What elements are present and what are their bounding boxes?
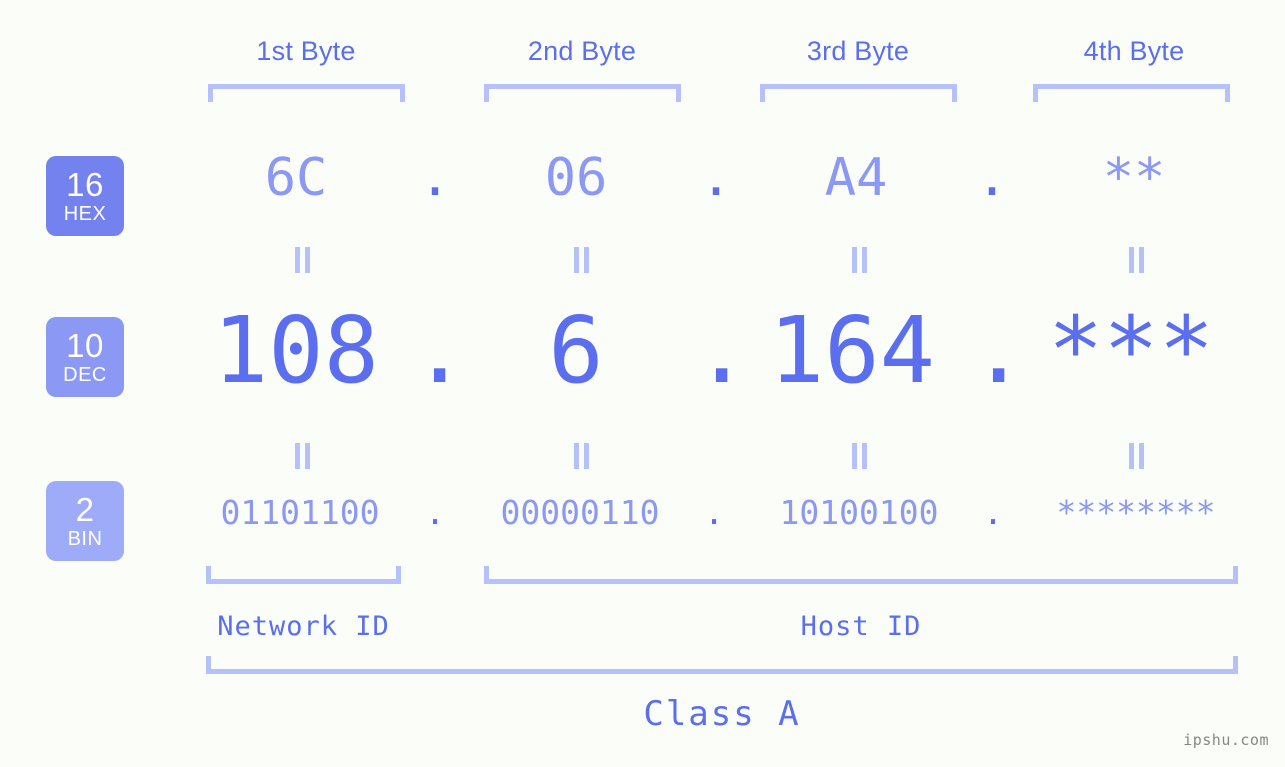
base-badge-dec-label: DEC <box>63 364 107 386</box>
byte-header-1: 1st Byte <box>256 36 356 66</box>
bin-byte-3: 10100100 <box>779 493 939 532</box>
watermark: ipshu.com <box>1183 731 1269 749</box>
equals-connector-dec-bin-4 <box>1036 443 1236 469</box>
dec-byte-3: 164 <box>768 297 936 404</box>
bin-separator-2: . <box>704 493 724 532</box>
bin-separator-1: . <box>425 493 445 532</box>
network-id-bracket <box>206 566 401 584</box>
host-id-label: Host ID <box>800 611 922 642</box>
base-badge-dec: 10 DEC <box>46 317 124 397</box>
byte-bracket-top-1 <box>208 84 405 102</box>
class-label: Class A <box>643 694 801 734</box>
hex-byte-3: A4 <box>824 148 888 208</box>
base-badge-dec-number: 10 <box>66 327 104 364</box>
byte-header-3: 3rd Byte <box>806 36 910 66</box>
dec-byte-1: 108 <box>212 297 380 404</box>
equals-connector-dec-bin-3 <box>759 443 959 469</box>
bin-byte-4: ******** <box>1056 493 1216 532</box>
dec-byte-4: *** <box>1047 297 1215 404</box>
dec-separator-1: . <box>412 297 468 404</box>
base-badge-bin-number: 2 <box>75 491 95 528</box>
ip-address-breakdown-diagram: 1st Byte 2nd Byte 3rd Byte 4th Byte 16 H… <box>0 0 1285 767</box>
equals-connector-hex-dec-3 <box>759 247 959 273</box>
dec-separator-2: . <box>694 297 750 404</box>
base-badge-hex-number: 16 <box>66 166 104 203</box>
hex-byte-2: 06 <box>544 148 608 208</box>
equals-connector-dec-bin-1 <box>202 443 402 469</box>
base-badge-bin-label: BIN <box>67 528 103 550</box>
dec-separator-3: . <box>971 297 1027 404</box>
byte-header-2: 2nd Byte <box>527 36 637 66</box>
bin-byte-1: 01101100 <box>220 493 380 532</box>
bin-separator-3: . <box>983 493 1003 532</box>
equals-connector-dec-bin-2 <box>481 443 681 469</box>
hex-separator-1: . <box>419 148 451 208</box>
hex-byte-4: ** <box>1102 148 1166 208</box>
hex-separator-3: . <box>976 148 1008 208</box>
class-bracket <box>206 656 1238 674</box>
base-badge-hex-label: HEX <box>63 203 107 225</box>
base-badge-hex: 16 HEX <box>46 156 124 236</box>
network-id-label: Network ID <box>217 611 390 642</box>
byte-header-4: 4th Byte <box>1083 36 1185 66</box>
host-id-bracket <box>484 566 1238 584</box>
base-badge-bin: 2 BIN <box>46 481 124 561</box>
byte-bracket-top-3 <box>760 84 957 102</box>
hex-separator-2: . <box>700 148 732 208</box>
equals-connector-hex-dec-2 <box>481 247 681 273</box>
hex-byte-1: 6C <box>264 148 328 208</box>
bin-byte-2: 00000110 <box>500 493 660 532</box>
equals-connector-hex-dec-4 <box>1036 247 1236 273</box>
equals-connector-hex-dec-1 <box>202 247 402 273</box>
dec-byte-2: 6 <box>548 297 604 404</box>
byte-bracket-top-4 <box>1033 84 1230 102</box>
byte-bracket-top-2 <box>484 84 681 102</box>
